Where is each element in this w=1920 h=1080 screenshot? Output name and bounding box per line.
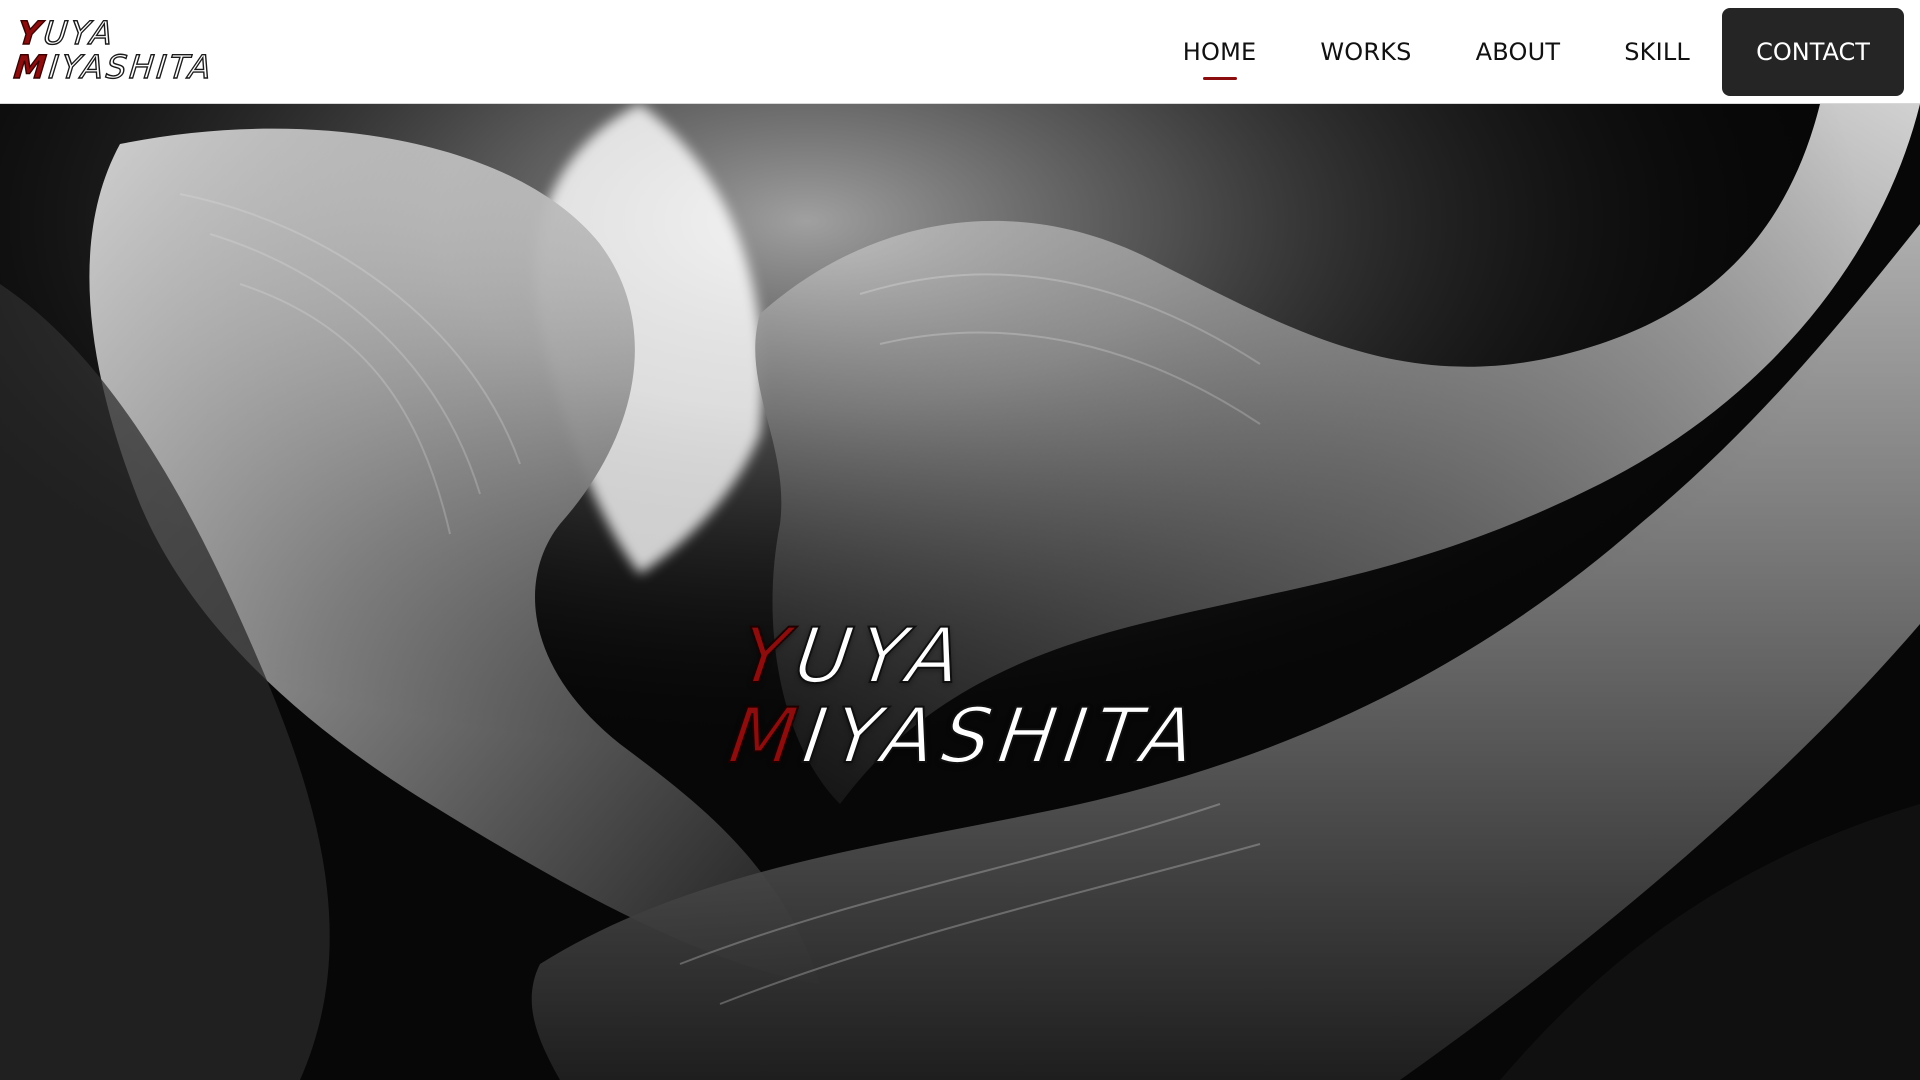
site-header: YUYA MIYASHITA HOME WORKS ABOUT SKILL CO… (0, 0, 1920, 104)
hero-section: YUYA MIYASHITA (0, 104, 1920, 1080)
logo-line-1: YUYA (15, 13, 118, 52)
nav-item-home[interactable]: HOME (1183, 38, 1257, 80)
hero-title-line-2: MIYASHITA (723, 690, 1209, 781)
contact-button[interactable]: CONTACT (1722, 8, 1904, 96)
nav-item-works[interactable]: WORKS (1320, 38, 1411, 66)
hero-title-line-1: YUYA (734, 610, 975, 701)
nav-item-skill[interactable]: SKILL (1624, 38, 1690, 66)
site-logo[interactable]: YUYA MIYASHITA (12, 13, 219, 86)
nav-item-about[interactable]: ABOUT (1476, 38, 1561, 66)
hero-title: YUYA MIYASHITA (723, 610, 1219, 781)
hero-background-image (0, 104, 1920, 1080)
logo-line-2: MIYASHITA (12, 47, 217, 86)
main-nav: HOME WORKS ABOUT SKILL CONTACT (1151, 8, 1904, 96)
